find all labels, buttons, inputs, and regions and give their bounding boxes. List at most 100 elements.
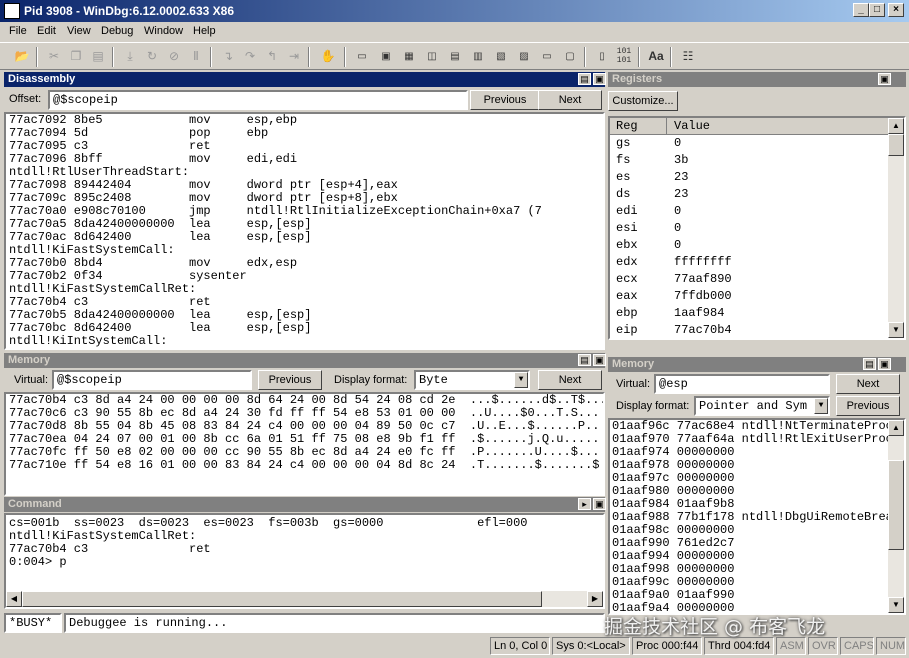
scroll-thumb[interactable] <box>22 591 542 607</box>
next-button[interactable]: Next <box>538 90 602 110</box>
copy-icon[interactable]: ❐ <box>66 47 86 66</box>
reg-column-header[interactable]: Reg <box>610 118 667 135</box>
next-button[interactable]: Next <box>538 370 602 390</box>
menu-window[interactable]: Window <box>144 25 183 37</box>
value-column-header[interactable]: Value <box>668 118 890 135</box>
restart-icon[interactable]: ↻ <box>142 47 162 66</box>
registers-scrollbar[interactable]: ▲ ▼ <box>888 118 904 338</box>
menu-edit[interactable]: Edit <box>37 25 56 37</box>
source-icon[interactable]: ▯ <box>592 47 612 66</box>
dock-icon[interactable]: ▣ <box>593 354 606 366</box>
registers-pane[interactable]: Reg Value gs 0 fs 3b es 23 ds 23 edi 0 esi 0 ebx 0 edx… <box>608 116 906 340</box>
step-over-icon[interactable]: ↷ <box>240 47 260 66</box>
command-prompt-icon[interactable]: ▸ <box>578 498 591 510</box>
scroll-right-icon[interactable]: ▶ <box>587 591 603 607</box>
register-row[interactable]: ebp 1aaf984 <box>610 306 890 323</box>
paste-icon[interactable]: ▤ <box>88 47 108 66</box>
call-stack-icon[interactable]: ▥ <box>468 47 488 66</box>
dropdown-arrow-icon[interactable]: ▼ <box>514 372 528 388</box>
open-icon[interactable]: 📂 <box>12 47 32 66</box>
maximize-button[interactable]: □ <box>869 3 885 17</box>
scroll-up-icon[interactable]: ▲ <box>888 420 904 436</box>
register-row[interactable]: eip 77ac70b4 <box>610 323 890 338</box>
offset-input[interactable]: @$scopeip <box>48 90 468 110</box>
register-row[interactable]: gs 0 <box>610 136 890 153</box>
virtual-address-input[interactable]: @esp <box>654 374 830 394</box>
register-row[interactable]: ebx 0 <box>610 238 890 255</box>
go-icon[interactable]: ⤓ <box>120 47 140 66</box>
memory-pane[interactable]: 77ac70b4 c3 8d a4 24 00 00 00 00 8d 64 2… <box>4 392 605 496</box>
scroll-thumb[interactable] <box>888 134 904 156</box>
processes-threads-icon[interactable]: ▭ <box>537 47 557 66</box>
memory-stack-title: Memory <box>608 357 906 372</box>
cut-icon[interactable]: ✂ <box>44 47 64 66</box>
scroll-down-icon[interactable]: ▼ <box>888 597 904 613</box>
step-into-icon[interactable]: ↴ <box>218 47 238 66</box>
menu-debug[interactable]: Debug <box>101 25 133 37</box>
source-mode-icon[interactable]: ▢ <box>560 47 580 66</box>
command-input[interactable]: Debuggee is running... <box>64 613 605 633</box>
menu-help[interactable]: Help <box>193 25 216 37</box>
window-menu-icon[interactable]: ▤ <box>578 354 591 366</box>
disassembly-pane[interactable]: 77ac7092 8be5 mov esp,ebp 77ac7094 5d pop… <box>4 112 605 350</box>
register-row[interactable]: fs 3b <box>610 153 890 170</box>
close-button[interactable]: × <box>888 3 904 17</box>
next-button[interactable]: Next <box>836 374 900 394</box>
step-out-icon[interactable]: ↰ <box>262 47 282 66</box>
dock-icon[interactable]: ▣ <box>593 73 606 85</box>
memory-window-icon[interactable]: ▤ <box>445 47 465 66</box>
registers-window-icon[interactable]: ◫ <box>422 47 442 66</box>
scratch-pad-icon[interactable]: ▨ <box>514 47 534 66</box>
scroll-thumb[interactable] <box>888 460 904 550</box>
virtual-address-input[interactable]: @$scopeip <box>52 370 252 390</box>
status-proc: Proc 000:f44 <box>632 637 702 655</box>
command-window: Command ▸ ▣ cs=001b ss=0023 ds=0023 es=0… <box>4 497 606 635</box>
register-row[interactable]: ecx 77aaf890 <box>610 272 890 289</box>
run-to-cursor-icon[interactable]: ⇥ <box>284 47 304 66</box>
locals-window-icon[interactable]: ▦ <box>399 47 419 66</box>
previous-button[interactable]: Previous <box>836 396 900 416</box>
window-menu-icon[interactable]: ▤ <box>578 73 591 85</box>
previous-button[interactable]: Previous <box>470 90 540 110</box>
command-output-pane[interactable]: cs=001b ss=0023 ds=0023 es=0023 fs=003b … <box>4 513 605 609</box>
disassembly-window-icon[interactable]: ▧ <box>491 47 511 66</box>
memory-lines: 77ac70b4 c3 8d a4 24 00 00 00 00 8d 64 2… <box>9 394 603 472</box>
register-row[interactable]: edx ffffffff <box>610 255 890 272</box>
stop-debugging-icon[interactable]: ⊘ <box>164 47 184 66</box>
command-window-icon[interactable]: ▭ <box>352 47 372 66</box>
scroll-up-icon[interactable]: ▲ <box>888 118 904 134</box>
memory-stack-pane[interactable]: 01aaf96c 77ac68e4 ntdll!NtTerminateProce… <box>608 418 906 615</box>
minimize-button[interactable]: _ <box>853 3 869 17</box>
menu-file[interactable]: File <box>9 25 27 37</box>
register-row[interactable]: ds 23 <box>610 187 890 204</box>
memory-stack-scrollbar[interactable]: ▲ ▼ <box>888 420 904 613</box>
status-lncol: Ln 0, Col 0 <box>490 637 550 655</box>
dock-icon[interactable]: ▣ <box>878 358 891 370</box>
customize-button[interactable]: Customize... <box>608 91 678 111</box>
font-icon[interactable]: Aa <box>646 47 666 66</box>
virtual-label: Virtual: <box>616 378 651 390</box>
scroll-down-icon[interactable]: ▼ <box>888 322 904 338</box>
menu-view[interactable]: View <box>67 25 91 37</box>
window-menu-icon[interactable]: ▤ <box>863 358 876 370</box>
register-row[interactable]: es 23 <box>610 170 890 187</box>
hand-icon[interactable]: ✋ <box>318 47 338 66</box>
register-row[interactable]: eax 7ffdb000 <box>610 289 890 306</box>
register-value: 23 <box>674 170 689 184</box>
dock-icon[interactable]: ▣ <box>593 498 606 510</box>
display-format-select[interactable]: Byte ▼ <box>414 370 530 390</box>
scroll-left-icon[interactable]: ◀ <box>6 591 22 607</box>
register-value: 77aaf890 <box>674 272 732 286</box>
dropdown-arrow-icon[interactable]: ▼ <box>814 398 828 414</box>
break-icon[interactable]: Ⅱ <box>186 47 206 66</box>
watch-window-icon[interactable]: ▣ <box>376 47 396 66</box>
command-hscrollbar[interactable]: ◀ ▶ <box>6 591 603 607</box>
display-format-select[interactable]: Pointer and Sym ▼ <box>694 396 830 416</box>
previous-button[interactable]: Previous <box>258 370 322 390</box>
hex-icon[interactable]: 101 101 <box>614 47 634 66</box>
register-row[interactable]: esi 0 <box>610 221 890 238</box>
dock-icon[interactable]: ▣ <box>878 73 891 85</box>
register-name: gs <box>616 136 631 150</box>
options-icon[interactable]: ☷ <box>678 47 698 66</box>
register-row[interactable]: edi 0 <box>610 204 890 221</box>
